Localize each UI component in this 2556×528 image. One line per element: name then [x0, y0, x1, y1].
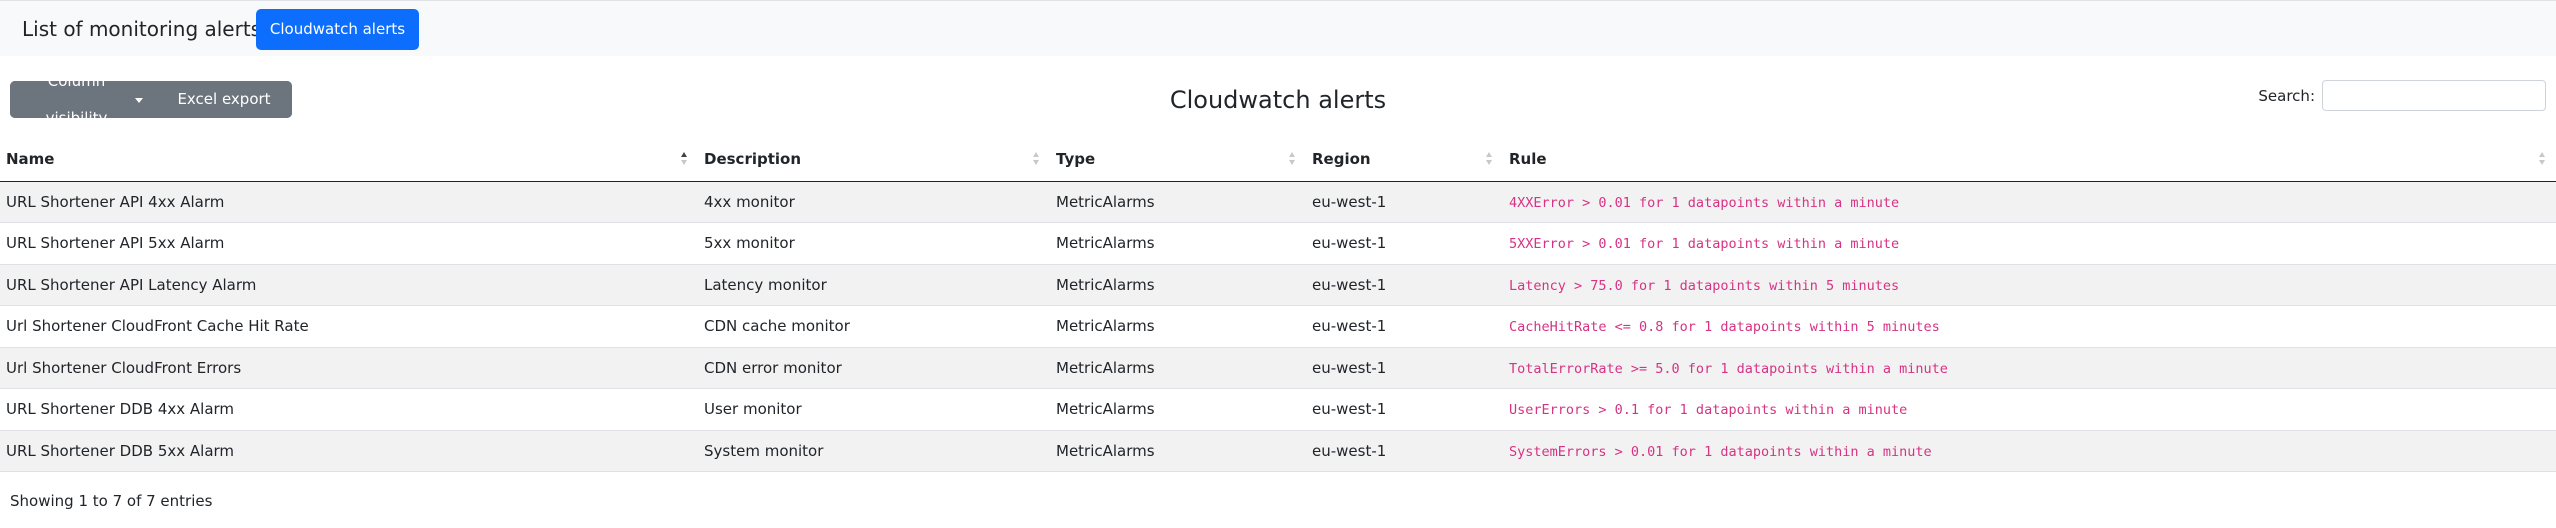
cell-description: System monitor	[698, 430, 1050, 472]
search-container: Search:	[2258, 80, 2546, 111]
column-header-name[interactable]: Name	[0, 138, 698, 182]
column-header-label: Rule	[1509, 150, 1547, 169]
column-header-label: Description	[704, 150, 802, 169]
sort-icon	[1033, 151, 1040, 167]
sort-asc-icon	[681, 151, 688, 167]
cell-description: 5xx monitor	[698, 222, 1050, 265]
rule-code: Latency > 75.0 for 1 datapoints within 5…	[1509, 277, 1900, 294]
table-row[interactable]: Url Shortener CloudFront Errors CDN erro…	[0, 347, 2556, 389]
cell-description: CDN cache monitor	[698, 305, 1050, 348]
cell-rule: 5XXError > 0.01 for 1 datapoints within …	[1503, 222, 2556, 265]
rule-code: 5XXError > 0.01 for 1 datapoints within …	[1509, 236, 1900, 253]
cell-rule: UserErrors > 0.1 for 1 datapoints within…	[1503, 388, 2556, 431]
rule-code: TotalErrorRate >= 5.0 for 1 datapoints w…	[1509, 360, 1948, 377]
cell-description: User monitor	[698, 388, 1050, 431]
table-row[interactable]: URL Shortener API 4xx Alarm 4xx monitor …	[0, 181, 2556, 223]
column-header-label: Type	[1056, 150, 1096, 169]
table-title: Cloudwatch alerts	[1169, 86, 1387, 114]
table-info-text: Showing 1 to 7 of 7 entries	[10, 492, 213, 510]
cell-name: Url Shortener CloudFront Errors	[0, 347, 698, 389]
cell-name: URL Shortener API 4xx Alarm	[0, 181, 698, 223]
cell-type: MetricAlarms	[1050, 305, 1306, 348]
cell-region: eu-west-1	[1306, 264, 1503, 306]
cell-type: MetricAlarms	[1050, 264, 1306, 306]
cell-rule: CacheHitRate <= 0.8 for 1 datapoints wit…	[1503, 305, 2556, 348]
cell-name: URL Shortener API Latency Alarm	[0, 264, 698, 306]
column-header-type[interactable]: Type	[1050, 138, 1306, 182]
column-header-label: Region	[1312, 150, 1371, 169]
table-row[interactable]: URL Shortener DDB 4xx Alarm User monitor…	[0, 388, 2556, 431]
cell-description: 4xx monitor	[698, 181, 1050, 223]
cell-rule: 4XXError > 0.01 for 1 datapoints within …	[1503, 181, 2556, 223]
column-header-region[interactable]: Region	[1306, 138, 1503, 182]
cell-name: URL Shortener DDB 4xx Alarm	[0, 388, 698, 431]
sort-icon	[1486, 151, 1493, 167]
cell-type: MetricAlarms	[1050, 347, 1306, 389]
navbar: List of monitoring alerts Cloudwatch ale…	[0, 0, 2556, 56]
cell-name: URL Shortener API 5xx Alarm	[0, 222, 698, 265]
cell-region: eu-west-1	[1306, 347, 1503, 389]
cell-region: eu-west-1	[1306, 388, 1503, 431]
navbar-brand[interactable]: List of monitoring alerts	[22, 15, 261, 43]
cell-description: Latency monitor	[698, 264, 1050, 306]
sort-icon	[2539, 151, 2546, 167]
cell-rule: TotalErrorRate >= 5.0 for 1 datapoints w…	[1503, 347, 2556, 389]
rule-code: CacheHitRate <= 0.8 for 1 datapoints wit…	[1509, 319, 1940, 336]
cloudwatch-alerts-nav-button[interactable]: Cloudwatch alerts	[256, 9, 419, 50]
alerts-table: Name Description Type Region Rule URL Sh…	[0, 138, 2556, 472]
table-row[interactable]: URL Shortener DDB 5xx Alarm System monit…	[0, 430, 2556, 472]
cell-name: URL Shortener DDB 5xx Alarm	[0, 430, 698, 472]
table-row[interactable]: URL Shortener API 5xx Alarm 5xx monitor …	[0, 222, 2556, 265]
cell-type: MetricAlarms	[1050, 222, 1306, 265]
cell-region: eu-west-1	[1306, 430, 1503, 472]
rule-code: UserErrors > 0.1 for 1 datapoints within…	[1509, 402, 1908, 419]
rule-code: 4XXError > 0.01 for 1 datapoints within …	[1509, 194, 1900, 211]
cell-type: MetricAlarms	[1050, 181, 1306, 223]
cell-region: eu-west-1	[1306, 305, 1503, 348]
column-header-description[interactable]: Description	[698, 138, 1050, 182]
sort-icon	[1289, 151, 1296, 167]
column-header-label: Name	[6, 150, 55, 169]
table-row[interactable]: URL Shortener API Latency Alarm Latency …	[0, 264, 2556, 306]
cell-name: Url Shortener CloudFront Cache Hit Rate	[0, 305, 698, 348]
cell-region: eu-west-1	[1306, 181, 1503, 223]
cell-type: MetricAlarms	[1050, 388, 1306, 431]
cell-region: eu-west-1	[1306, 222, 1503, 265]
cell-type: MetricAlarms	[1050, 430, 1306, 472]
table-header-row: Name Description Type Region Rule	[0, 138, 2556, 182]
column-header-rule[interactable]: Rule	[1503, 138, 2556, 182]
cell-rule: Latency > 75.0 for 1 datapoints within 5…	[1503, 264, 2556, 306]
table-row[interactable]: Url Shortener CloudFront Cache Hit Rate …	[0, 305, 2556, 348]
search-label: Search:	[2258, 86, 2315, 105]
search-input[interactable]	[2322, 80, 2546, 111]
rule-code: SystemErrors > 0.01 for 1 datapoints wit…	[1509, 443, 1932, 460]
cell-description: CDN error monitor	[698, 347, 1050, 389]
cell-rule: SystemErrors > 0.01 for 1 datapoints wit…	[1503, 430, 2556, 472]
